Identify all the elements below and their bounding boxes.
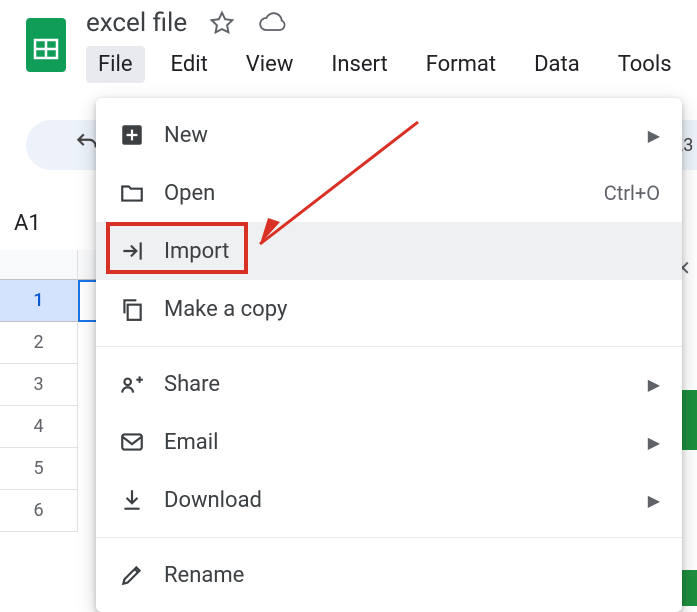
menu-item-new[interactable]: New ▶ bbox=[96, 106, 682, 164]
menu-item-label: Download bbox=[164, 488, 640, 513]
file-menu-dropdown: New▶OpenCtrl+OImportMake a copyShare▶Ema… bbox=[96, 98, 682, 612]
new-icon bbox=[118, 121, 146, 149]
menu-item-download[interactable]: Download ▶ bbox=[96, 471, 682, 529]
rename-icon bbox=[118, 561, 146, 589]
row-header[interactable]: 3 bbox=[0, 364, 78, 406]
menu-shortcut: Ctrl+O bbox=[604, 181, 660, 205]
download-icon bbox=[118, 486, 146, 514]
menu-item-label: Email bbox=[164, 430, 640, 455]
row-header[interactable]: 2 bbox=[0, 322, 78, 364]
menu-item-rename[interactable]: Rename bbox=[96, 546, 682, 604]
submenu-arrow-icon: ▶ bbox=[648, 126, 660, 145]
star-icon[interactable] bbox=[209, 10, 235, 36]
email-icon bbox=[118, 428, 146, 456]
row-headers: 123456 bbox=[0, 280, 78, 532]
row-header[interactable]: 5 bbox=[0, 448, 78, 490]
menu-edit[interactable]: Edit bbox=[159, 46, 220, 83]
menu-item-email[interactable]: Email ▶ bbox=[96, 413, 682, 471]
menu-item-label: Open bbox=[164, 181, 604, 206]
menu-item-label: Import bbox=[164, 239, 660, 264]
cloud-status-icon[interactable] bbox=[257, 10, 287, 36]
share-icon bbox=[118, 370, 146, 398]
menu-separator bbox=[96, 537, 682, 538]
menu-separator bbox=[96, 346, 682, 347]
menu-item-label: Share bbox=[164, 372, 640, 397]
row-header[interactable]: 6 bbox=[0, 490, 78, 532]
submenu-arrow-icon: ▶ bbox=[648, 491, 660, 510]
menu-insert[interactable]: Insert bbox=[319, 46, 399, 83]
submenu-arrow-icon: ▶ bbox=[648, 375, 660, 394]
menu-item-label: Make a copy bbox=[164, 297, 660, 322]
menu-format[interactable]: Format bbox=[414, 46, 508, 83]
menu-data[interactable]: Data bbox=[522, 46, 592, 83]
menu-item-label: Rename bbox=[164, 563, 660, 588]
copy-icon bbox=[118, 295, 146, 323]
document-title[interactable]: excel file bbox=[86, 8, 187, 38]
menu-item-make-a-copy[interactable]: Make a copy bbox=[96, 280, 682, 338]
menu-file[interactable]: File bbox=[86, 46, 145, 83]
menu-item-label: New bbox=[164, 123, 640, 148]
row-header[interactable]: 1 bbox=[0, 280, 78, 322]
sheets-logo-icon[interactable] bbox=[24, 16, 68, 74]
submenu-arrow-icon: ▶ bbox=[648, 433, 660, 452]
row-header[interactable]: 4 bbox=[0, 406, 78, 448]
menu-view[interactable]: View bbox=[234, 46, 306, 83]
name-box[interactable]: A1 bbox=[6, 202, 80, 244]
menubar: File Edit View Insert Format Data Tools bbox=[86, 46, 685, 83]
menu-item-import[interactable]: Import bbox=[96, 222, 682, 280]
open-icon bbox=[118, 179, 146, 207]
menu-tools[interactable]: Tools bbox=[606, 46, 684, 83]
menu-item-open[interactable]: OpenCtrl+O bbox=[96, 164, 682, 222]
import-icon bbox=[118, 237, 146, 265]
select-all-corner[interactable] bbox=[0, 250, 78, 280]
menu-item-share[interactable]: Share ▶ bbox=[96, 355, 682, 413]
